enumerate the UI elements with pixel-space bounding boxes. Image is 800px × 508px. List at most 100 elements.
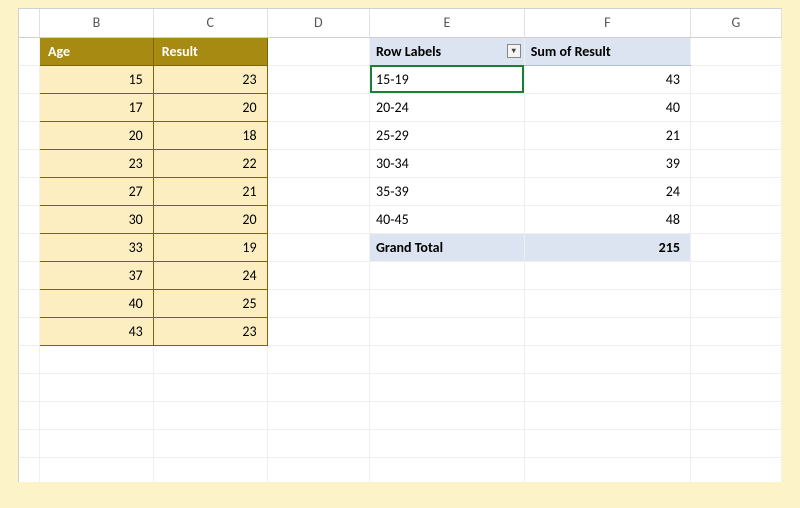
pivot-cell[interactable]: 20-24 — [370, 93, 525, 121]
cell[interactable] — [690, 93, 781, 121]
table-cell[interactable]: 19 — [153, 233, 267, 261]
cell[interactable] — [690, 289, 781, 317]
cell[interactable] — [39, 457, 153, 482]
pivot-header-sum[interactable]: Sum of Result — [524, 37, 690, 65]
cell[interactable] — [267, 205, 369, 233]
cell[interactable] — [690, 177, 781, 205]
cell[interactable] — [524, 401, 690, 429]
col-header-D[interactable]: D — [267, 9, 369, 37]
data-header-result[interactable]: Result — [153, 37, 267, 65]
cell[interactable] — [370, 289, 525, 317]
corner-cell[interactable] — [19, 9, 39, 37]
cell[interactable] — [690, 457, 781, 482]
col-header-C[interactable]: C — [153, 9, 267, 37]
cell[interactable] — [370, 457, 525, 482]
table-cell[interactable]: 23 — [153, 317, 267, 345]
filter-dropdown-icon[interactable]: ▾ — [507, 44, 521, 58]
cell[interactable] — [153, 429, 267, 457]
cell[interactable] — [39, 429, 153, 457]
cell[interactable] — [370, 429, 525, 457]
col-header-E[interactable]: E — [370, 9, 525, 37]
table-cell[interactable]: 25 — [153, 289, 267, 317]
table-cell[interactable]: 17 — [39, 93, 153, 121]
cell[interactable] — [690, 261, 781, 289]
cell[interactable] — [267, 401, 369, 429]
cell[interactable] — [153, 345, 267, 373]
pivot-cell[interactable]: 48 — [524, 205, 690, 233]
table-cell[interactable]: 23 — [39, 149, 153, 177]
col-header-G[interactable]: G — [690, 9, 781, 37]
cell[interactable] — [267, 37, 369, 65]
cell[interactable] — [690, 37, 781, 65]
table-cell[interactable]: 40 — [39, 289, 153, 317]
cell[interactable] — [690, 121, 781, 149]
cell[interactable] — [690, 65, 781, 93]
cell[interactable] — [267, 457, 369, 482]
cell[interactable] — [690, 233, 781, 261]
cell[interactable] — [370, 345, 525, 373]
cell[interactable] — [524, 289, 690, 317]
active-cell[interactable]: 15-19 — [370, 65, 525, 93]
cell[interactable] — [524, 373, 690, 401]
cell[interactable] — [524, 429, 690, 457]
pivot-cell[interactable]: 21 — [524, 121, 690, 149]
table-cell[interactable]: 21 — [153, 177, 267, 205]
cell[interactable] — [690, 429, 781, 457]
pivot-cell[interactable]: 25-29 — [370, 121, 525, 149]
cell[interactable] — [39, 345, 153, 373]
cell[interactable] — [267, 93, 369, 121]
cell[interactable] — [267, 177, 369, 205]
cell[interactable] — [267, 261, 369, 289]
cell[interactable] — [370, 401, 525, 429]
table-cell[interactable]: 20 — [39, 121, 153, 149]
cell[interactable] — [267, 373, 369, 401]
cell[interactable] — [524, 457, 690, 482]
table-cell[interactable]: 33 — [39, 233, 153, 261]
pivot-cell[interactable]: 30-34 — [370, 149, 525, 177]
cell[interactable] — [524, 345, 690, 373]
table-cell[interactable]: 24 — [153, 261, 267, 289]
cell[interactable] — [524, 317, 690, 345]
cell[interactable] — [370, 373, 525, 401]
pivot-cell[interactable]: 40-45 — [370, 205, 525, 233]
cell[interactable] — [267, 121, 369, 149]
cell[interactable] — [267, 345, 369, 373]
spreadsheet-area[interactable]: B C D E F G Age Result Row Labels ▾ Sum … — [18, 8, 782, 482]
cell[interactable] — [690, 373, 781, 401]
cell[interactable] — [690, 205, 781, 233]
cell[interactable] — [39, 401, 153, 429]
table-cell[interactable]: 23 — [153, 65, 267, 93]
cell[interactable] — [690, 149, 781, 177]
pivot-cell[interactable]: 39 — [524, 149, 690, 177]
table-cell[interactable]: 30 — [39, 205, 153, 233]
cell[interactable] — [267, 289, 369, 317]
cell[interactable] — [267, 429, 369, 457]
cell[interactable] — [690, 401, 781, 429]
cell[interactable] — [370, 261, 525, 289]
pivot-grand-total-label[interactable]: Grand Total — [370, 233, 525, 261]
cell[interactable] — [39, 373, 153, 401]
table-cell[interactable]: 37 — [39, 261, 153, 289]
pivot-header-rowlabels[interactable]: Row Labels ▾ — [370, 37, 525, 65]
cell[interactable] — [267, 149, 369, 177]
cell[interactable] — [690, 317, 781, 345]
table-cell[interactable]: 27 — [39, 177, 153, 205]
table-cell[interactable]: 20 — [153, 205, 267, 233]
cell[interactable] — [267, 317, 369, 345]
table-cell[interactable]: 18 — [153, 121, 267, 149]
cell[interactable] — [153, 401, 267, 429]
cell[interactable] — [267, 233, 369, 261]
pivot-cell[interactable]: 40 — [524, 93, 690, 121]
pivot-cell[interactable]: 24 — [524, 177, 690, 205]
table-cell[interactable]: 43 — [39, 317, 153, 345]
cell[interactable] — [267, 65, 369, 93]
table-cell[interactable]: 22 — [153, 149, 267, 177]
cell[interactable] — [370, 317, 525, 345]
cell[interactable] — [153, 457, 267, 482]
col-header-F[interactable]: F — [524, 9, 690, 37]
cell[interactable] — [524, 261, 690, 289]
data-header-age[interactable]: Age — [39, 37, 153, 65]
pivot-grand-total-value[interactable]: 215 — [524, 233, 690, 261]
cell[interactable] — [690, 345, 781, 373]
col-header-B[interactable]: B — [39, 9, 153, 37]
